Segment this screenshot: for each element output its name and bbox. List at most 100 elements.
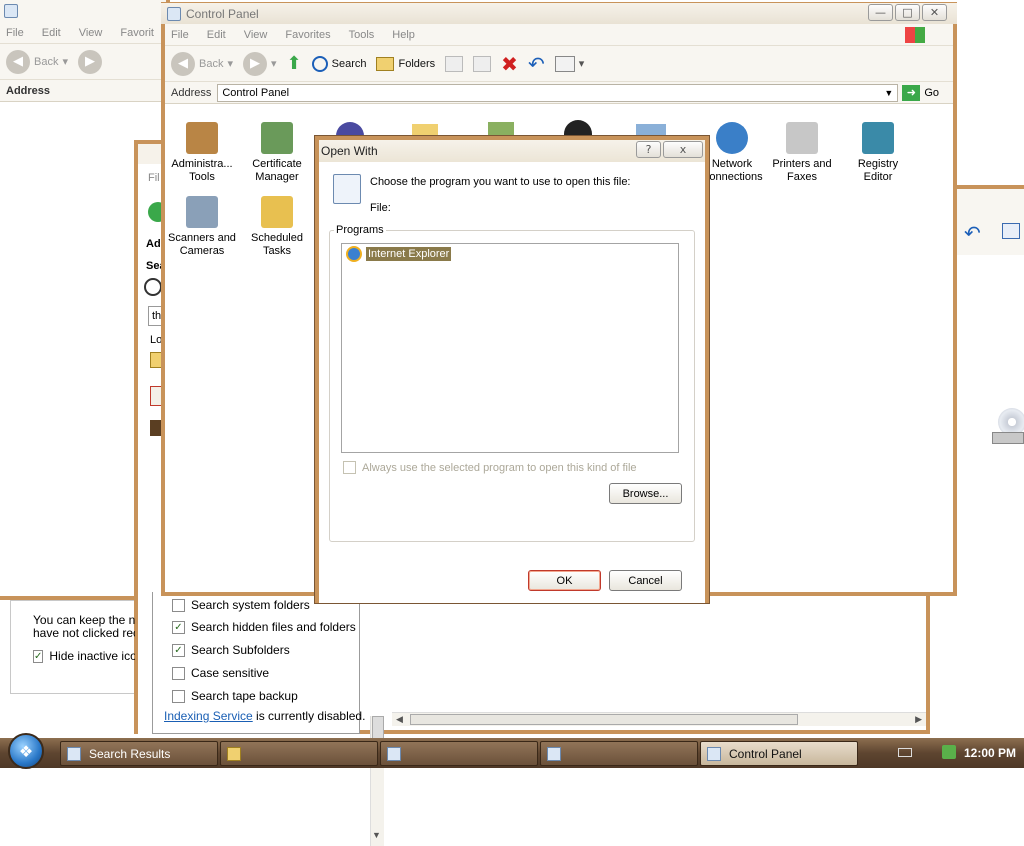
cancel-button[interactable]: Cancel: [609, 570, 682, 591]
menu-file[interactable]: File: [6, 27, 24, 39]
keyboard-icon[interactable]: [898, 748, 912, 757]
address-value: Control Panel: [222, 86, 290, 99]
taskbar-explorer[interactable]: [220, 741, 378, 766]
up-folder-button[interactable]: ⬆: [287, 53, 302, 74]
forward-arrow-icon[interactable]: ▶: [78, 49, 102, 74]
address-field[interactable]: Control Panel ▼: [217, 83, 899, 102]
menu-view[interactable]: View: [79, 27, 103, 39]
window-controls: — □ ✕: [868, 4, 947, 21]
indexing-service-link[interactable]: Indexing Service: [164, 709, 253, 723]
taskbar-window-4[interactable]: [540, 741, 698, 766]
maximize-icon[interactable]: □: [895, 4, 920, 21]
printer-glyph: [786, 122, 818, 154]
option-search-tape-backup[interactable]: Search tape backup: [172, 689, 298, 703]
views-icon[interactable]: [1002, 223, 1020, 239]
menu-edit[interactable]: Edit: [207, 29, 226, 41]
always-use-option[interactable]: Always use the selected program to open …: [343, 461, 637, 474]
ok-button[interactable]: OK: [528, 570, 601, 591]
option-case-sensitive[interactable]: Case sensitive: [172, 666, 269, 680]
scanners-and-cameras-icon[interactable]: Scanners and Cameras: [162, 196, 242, 258]
menu-edit[interactable]: Edit: [42, 27, 61, 39]
views-icon[interactable]: ▾: [554, 55, 584, 72]
delete-icon[interactable]: ✖: [501, 52, 518, 76]
folders-button[interactable]: Folders: [376, 56, 435, 71]
taskbar-control-panel[interactable]: Control Panel: [700, 741, 858, 766]
close-icon[interactable]: x: [663, 141, 703, 158]
windows-logo-icon: [905, 26, 925, 43]
folder-icon: [376, 56, 395, 71]
move-to-icon[interactable]: [445, 55, 464, 72]
taskbar-search-results[interactable]: Search Results: [60, 741, 218, 766]
scroll-right-arrow-icon[interactable]: ▶: [915, 714, 922, 725]
back-button[interactable]: ◀ Back ▾: [6, 49, 68, 74]
horizontal-scroll-thumb[interactable]: [410, 714, 798, 725]
clock[interactable]: 12:00 PM: [964, 746, 1016, 760]
checkbox-tape-backup[interactable]: [172, 689, 185, 703]
control-panel-toolbar: ◀ Back ▾ ▶ ▾ ⬆ Search Folders ✖ ↶ ▾: [165, 46, 953, 82]
undo-icon[interactable]: ↶: [964, 221, 981, 245]
minimize-icon[interactable]: —: [868, 4, 893, 21]
control-panel-icon: [707, 746, 721, 761]
checkbox-case-sensitive[interactable]: [172, 666, 185, 680]
address-dropdown-icon[interactable]: ▼: [884, 88, 893, 98]
undo-icon[interactable]: ↶: [528, 52, 545, 76]
menu-view[interactable]: View: [244, 29, 268, 41]
scheduled-tasks-glyph: [261, 196, 293, 228]
registry-editor-icon[interactable]: Registry Editor: [838, 122, 918, 184]
forward-arrow-icon: ▶: [243, 51, 267, 76]
taskbar-properties[interactable]: [380, 741, 538, 766]
checkbox-system-folders[interactable]: [172, 598, 185, 612]
browse-button[interactable]: Browse...: [609, 483, 682, 504]
control-panel-titlebar: Control Panel — □ ✕: [161, 2, 957, 24]
back-window-addressbar: Address: [0, 80, 166, 102]
scanner-glyph: [186, 196, 218, 228]
search-partial-file: Fil: [148, 172, 160, 184]
always-use-checkbox[interactable]: [343, 461, 356, 474]
option-search-hidden-files[interactable]: ✓ Search hidden files and folders: [172, 620, 356, 634]
horizontal-scrollbar[interactable]: ◀ ▶: [392, 712, 926, 726]
taskbar-properties-icon: [387, 746, 401, 761]
printers-and-faxes-icon[interactable]: Printers and Faxes: [762, 122, 842, 184]
administrative-tools-icon[interactable]: Administra... Tools: [162, 122, 242, 184]
hide-inactive-checkbox[interactable]: ✓: [33, 649, 44, 663]
hide-inactive-icons-option[interactable]: ✓ Hide inactive icon: [33, 649, 135, 663]
close-icon[interactable]: ✕: [922, 4, 947, 21]
indexing-status-text: is currently disabled.: [252, 709, 366, 723]
network-tray-icon[interactable]: [942, 745, 956, 759]
program-item-internet-explorer[interactable]: Internet Explorer: [346, 246, 452, 262]
scroll-down-arrow-icon[interactable]: ▼: [372, 830, 381, 840]
go-button[interactable]: ➜ Go: [902, 84, 939, 101]
copy-to-icon[interactable]: [473, 55, 492, 72]
menu-file[interactable]: File: [171, 29, 189, 41]
control-panel-title: Control Panel: [186, 6, 259, 21]
scheduled-tasks-icon[interactable]: Scheduled Tasks: [237, 196, 317, 258]
option-search-system-folders[interactable]: Search system folders: [172, 598, 310, 612]
programs-list[interactable]: Internet Explorer: [341, 243, 679, 453]
windows-flag-icon: ❖: [18, 741, 34, 761]
menu-favorites[interactable]: Favorit: [120, 27, 154, 39]
search-button[interactable]: Search: [311, 55, 366, 72]
checkbox-hidden-files[interactable]: ✓: [172, 620, 185, 634]
up-arrow-icon: ⬆: [286, 53, 302, 74]
cd-drive-icon[interactable]: [992, 408, 1024, 452]
option-search-subfolders[interactable]: ✓ Search Subfolders: [172, 643, 290, 657]
help-icon[interactable]: ?: [636, 141, 661, 158]
certificate-manager-icon[interactable]: Certificate Manager: [237, 122, 317, 184]
go-arrow-icon: ➜: [902, 84, 921, 101]
menu-favorites[interactable]: Favorites: [285, 29, 330, 41]
forward-button[interactable]: ▶ ▾: [243, 51, 277, 76]
menu-tools[interactable]: Tools: [349, 29, 375, 41]
search-magnifier-icon[interactable]: [144, 278, 162, 296]
properties-text-line-1: You can keep the no: [33, 613, 135, 627]
file-label: File:: [370, 202, 391, 214]
checkbox-subfolders[interactable]: ✓: [172, 643, 185, 657]
menu-help[interactable]: Help: [392, 29, 415, 41]
back-window-toolbar: ◀ Back ▾ ▶: [0, 44, 166, 80]
scroll-left-arrow-icon[interactable]: ◀: [396, 714, 403, 725]
start-button[interactable]: ❖: [8, 733, 44, 769]
back-arrow-icon: ◀: [6, 49, 30, 74]
address-label: Address: [171, 86, 212, 99]
back-button[interactable]: ◀ Back ▾: [171, 51, 233, 76]
back-window-menubar: File Edit View Favorit: [0, 22, 166, 44]
open-with-body: Choose the program you want to use to op…: [319, 162, 705, 603]
